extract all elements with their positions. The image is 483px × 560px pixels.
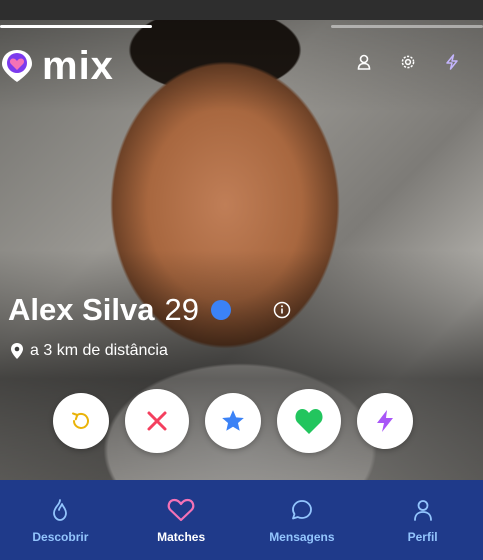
nope-icon — [147, 411, 167, 431]
photo-progress — [0, 25, 483, 29]
tab-label: Perfil — [407, 530, 438, 544]
profile-age: 29 — [164, 292, 199, 327]
rewind-icon — [72, 412, 89, 429]
star-icon — [222, 410, 244, 431]
user-icon[interactable] — [355, 53, 373, 71]
chat-icon — [291, 500, 312, 520]
tab-perfil[interactable]: Perfil — [362, 480, 483, 560]
profile-header: Alex Silva 29 — [8, 292, 231, 328]
bolt-icon — [377, 410, 393, 432]
brand-name: mix — [42, 44, 114, 88]
progress-segment — [0, 25, 152, 28]
info-icon[interactable] — [273, 301, 291, 319]
action-buttons — [53, 389, 413, 453]
boost-icon[interactable] — [443, 53, 461, 71]
progress-segment — [331, 25, 483, 28]
heart-icon — [295, 409, 323, 434]
tab-label: Mensagens — [269, 530, 335, 544]
profile-name: Alex Silva — [8, 292, 155, 327]
boost-button[interactable] — [357, 393, 413, 449]
tab-matches[interactable]: Matches — [121, 480, 242, 560]
distance-text: a 3 km de distância — [30, 342, 168, 359]
heart-icon — [167, 498, 195, 522]
tab-label: Descobrir — [32, 530, 89, 544]
location-heart-icon — [2, 50, 32, 82]
progress-segment — [166, 25, 318, 28]
rewind-button[interactable] — [53, 393, 109, 449]
distance-row: a 3 km de distância — [10, 342, 168, 360]
verified-badge-icon — [210, 300, 231, 320]
settings-icon[interactable] — [399, 53, 417, 71]
app-logo: mix — [0, 46, 114, 86]
profile-card[interactable]: mix Alex Silva 29 a 3 km de distância — [0, 20, 483, 480]
superlike-button[interactable] — [205, 393, 261, 449]
bottom-nav: Descobrir Matches Mensagens Perfil — [0, 480, 483, 560]
tab-label: Matches — [157, 530, 206, 544]
nope-button[interactable] — [125, 389, 189, 453]
user-icon — [413, 500, 432, 521]
location-pin-icon — [11, 343, 23, 359]
tab-descobrir[interactable]: Descobrir — [0, 480, 121, 560]
flame-icon — [53, 499, 68, 521]
tab-mensagens[interactable]: Mensagens — [242, 480, 363, 560]
like-button[interactable] — [277, 389, 341, 453]
window-top-bar — [0, 0, 483, 20]
